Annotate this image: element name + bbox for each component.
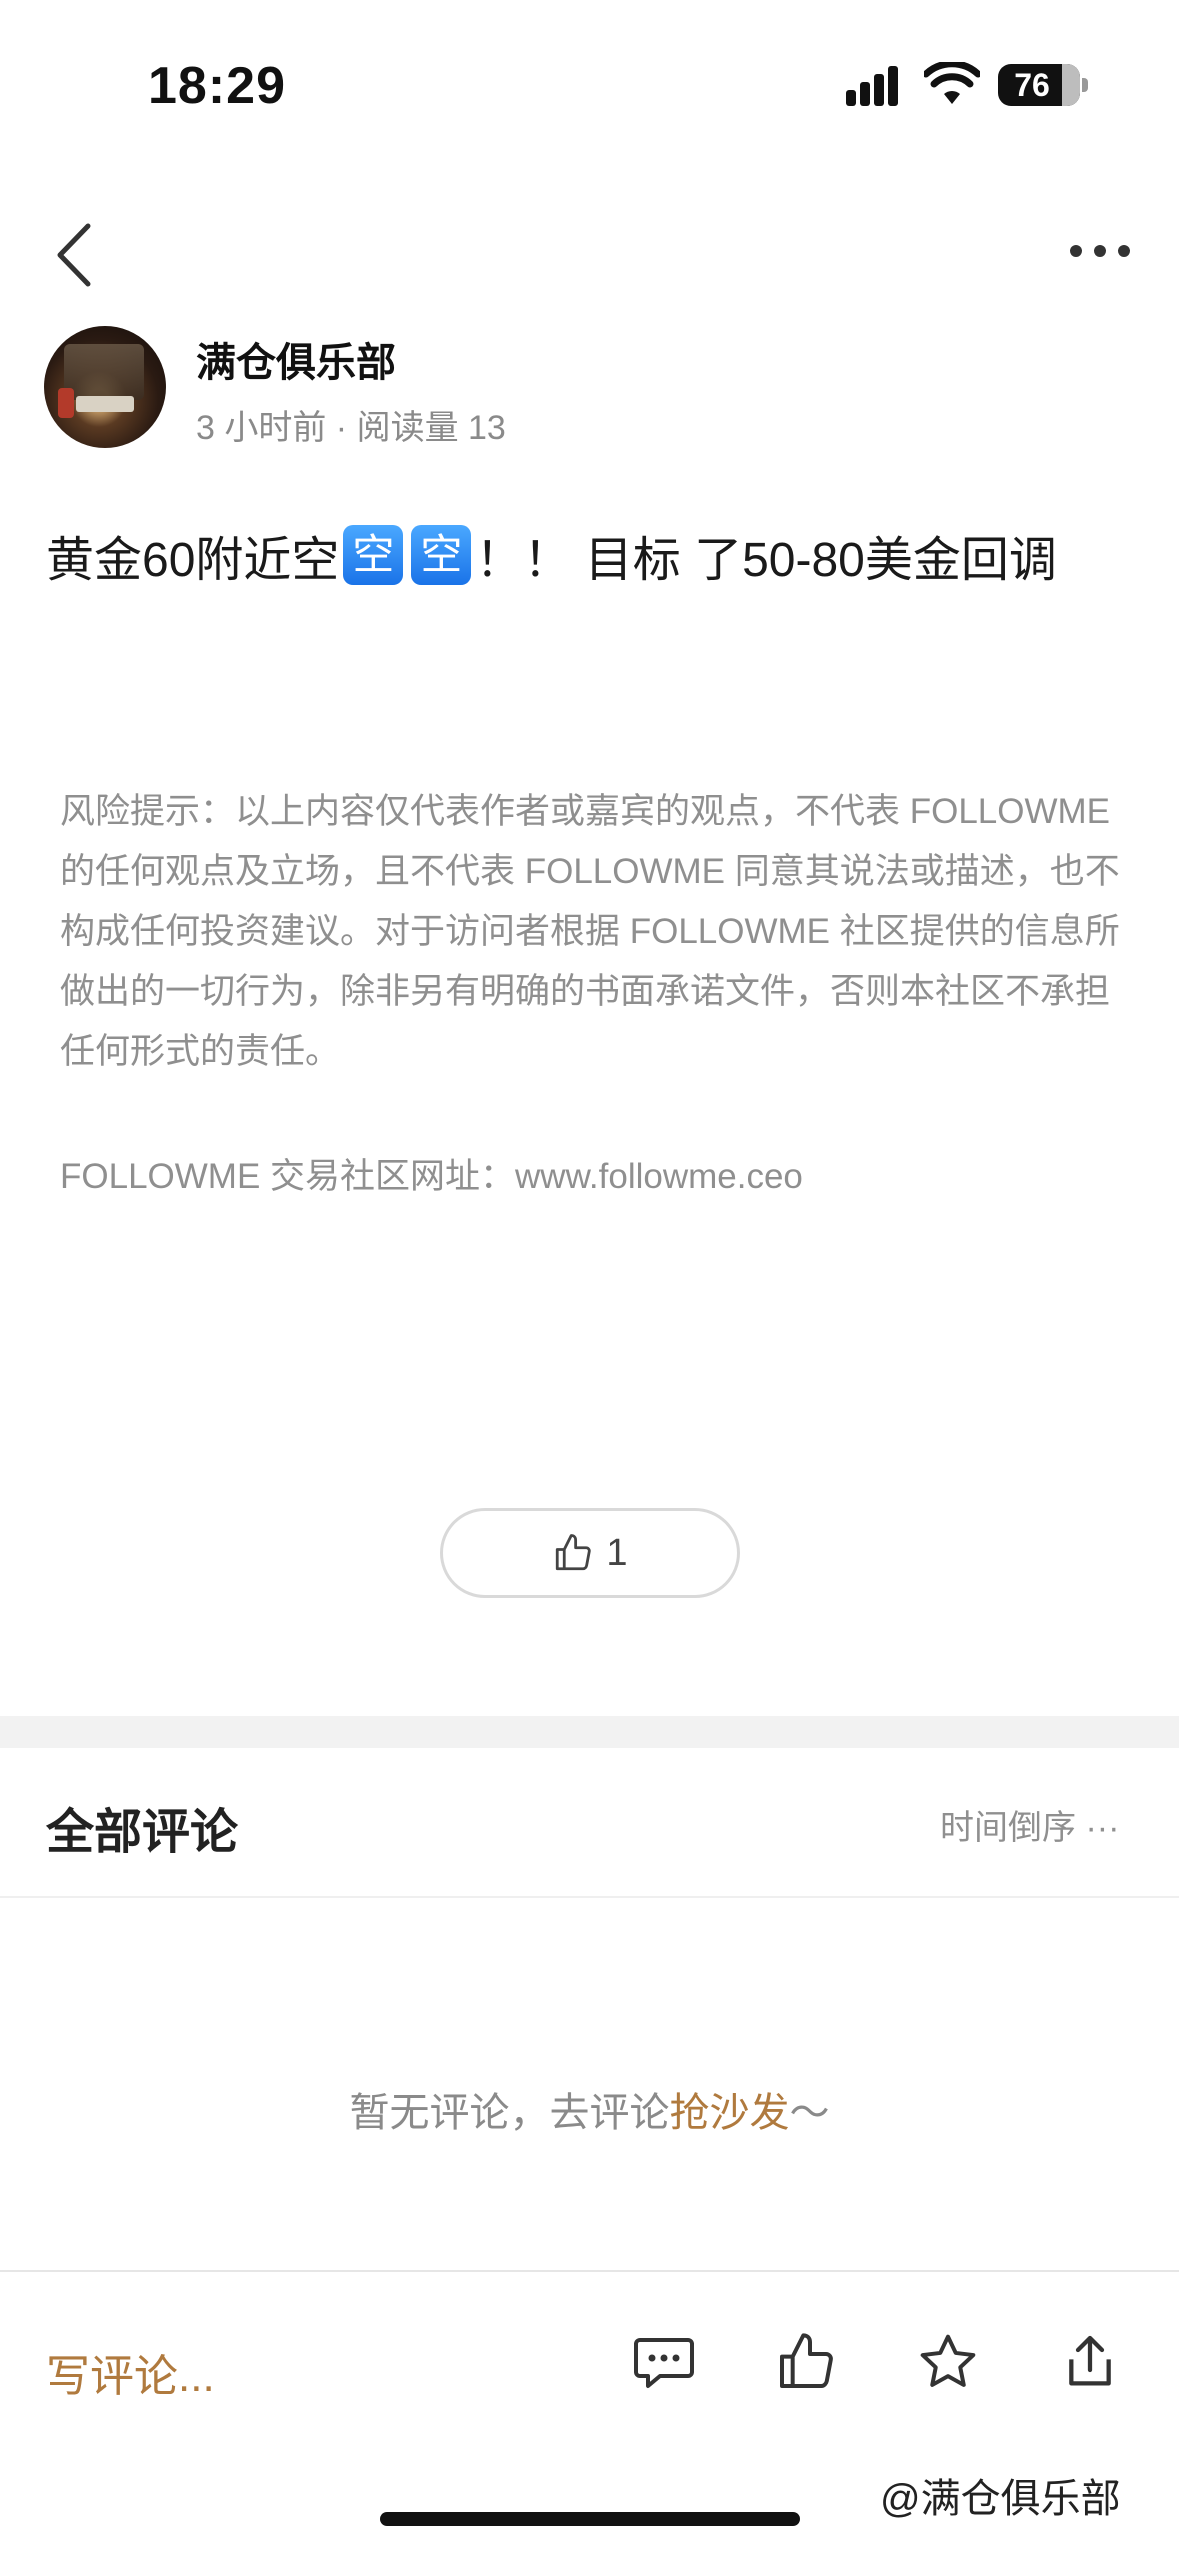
empty-prefix: 暂无评论，去评论: [349, 2091, 670, 2135]
thumbs-up-icon[interactable]: [774, 2330, 838, 2394]
empty-comments: 暂无评论，去评论抢沙发～: [0, 2080, 1179, 2138]
back-icon[interactable]: [52, 222, 96, 288]
comment-icon[interactable]: [632, 2330, 696, 2394]
thumbs-up-icon: [556, 1534, 592, 1571]
status-time: 18:29: [148, 57, 286, 115]
wifi-icon: [924, 62, 980, 104]
kong-emoji: 空: [343, 525, 404, 585]
like-count: 1: [606, 1531, 628, 1574]
share-icon[interactable]: [1058, 2330, 1122, 2394]
like-button[interactable]: 1: [440, 1508, 740, 1598]
sofa-link[interactable]: 抢沙发: [670, 2091, 790, 2135]
empty-suffix: ～: [789, 2091, 830, 2135]
kong-emoji: 空: [411, 525, 472, 585]
post-text-before: 黄金60附近空: [46, 534, 340, 587]
divider: [0, 1896, 1179, 1898]
star-icon[interactable]: [916, 2330, 980, 2394]
post-text-after: ！！ 目标 了50-80美金回调: [475, 534, 1057, 587]
battery-cap: [1082, 78, 1088, 92]
home-indicator[interactable]: [380, 2512, 800, 2526]
bottom-bar-divider: [0, 2270, 1179, 2272]
sort-order-button[interactable]: 时间倒序 ···: [940, 1800, 1119, 1849]
watermark: @满仓俱乐部: [880, 2477, 1121, 2521]
post-meta: 3 小时前 · 阅读量 13: [196, 409, 506, 447]
community-site: FOLLOWME 交易社区网址：www.followme.ceo: [60, 1157, 803, 1196]
more-icon[interactable]: [1068, 240, 1132, 262]
battery-level: 76: [1014, 66, 1050, 103]
post-content: 黄金60附近空 空 空 ！！ 目标 了50-80美金回调: [46, 520, 1057, 590]
battery-indicator: 76: [998, 64, 1080, 106]
signal-icon: [846, 66, 898, 106]
comments-title: 全部评论: [46, 1806, 239, 1859]
author-name[interactable]: 满仓俱乐部: [196, 330, 396, 388]
write-comment-input[interactable]: 写评论...: [46, 2340, 215, 2404]
section-separator: [0, 1716, 1179, 1748]
risk-disclaimer: 风险提示：以上内容仅代表作者或嘉宾的观点，不代表 FOLLOWME 的任何观点及…: [60, 792, 1120, 1071]
author-avatar[interactable]: [44, 326, 166, 448]
